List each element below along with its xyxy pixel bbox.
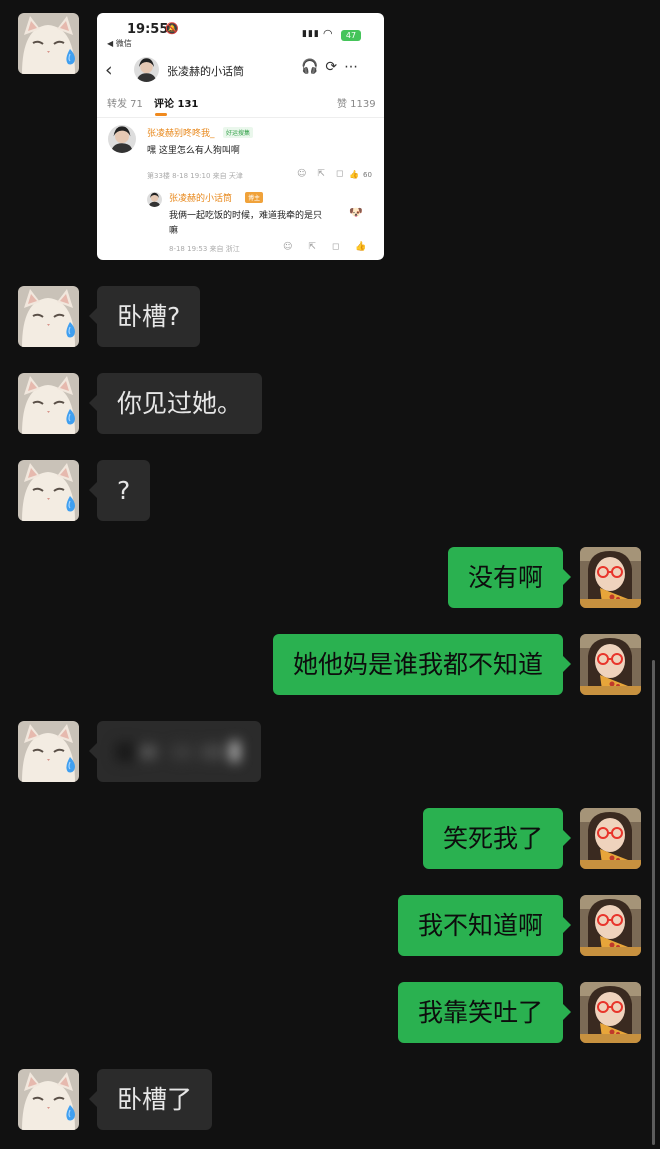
blogger-avatar xyxy=(134,57,159,82)
comment-like-count: 60 xyxy=(363,171,372,179)
signal-icon: ▮▮▮ xyxy=(302,29,320,39)
blurred-censor-icon xyxy=(115,741,239,762)
message-bubble-outgoing[interactable]: 我不知道啊 xyxy=(397,895,572,956)
reply-meta: 8-18 19:53 来自 浙江 xyxy=(169,245,240,253)
scrollbar[interactable] xyxy=(652,660,655,1145)
bell-icon: 🔕 xyxy=(165,22,179,35)
cat-crying-icon[interactable] xyxy=(18,460,79,521)
message-bubble-incoming[interactable]: 你见过她。 xyxy=(88,373,263,434)
girl-red-glasses-icon[interactable] xyxy=(580,982,641,1043)
status-time: 19:55 xyxy=(127,22,169,37)
tab-likes: 赞 1139 xyxy=(337,99,376,110)
message-bubble-outgoing[interactable]: 没有啊 xyxy=(447,547,572,608)
commenter-avatar xyxy=(108,125,136,153)
girl-red-glasses-icon[interactable] xyxy=(580,547,641,608)
weibo-screenshot-image[interactable]: 19:55 🔕 ◀ 微信 ▮▮▮ ◠ 47 ‹ 张凌赫的小话筒 🎧⟳⋯ 转发 7… xyxy=(97,13,384,260)
battery-badge: 47 xyxy=(341,30,361,41)
cat-crying-icon[interactable] xyxy=(18,721,79,782)
tab-comments: 评论 131 xyxy=(154,99,199,110)
reply-author: 张凌赫的小话筒 xyxy=(169,194,233,204)
comment-meta: 第33楼 8-18 19:10 来自 天津 xyxy=(147,172,243,180)
thumb-icon: 👍 xyxy=(349,170,359,179)
tab-bar: 转发 71 评论 131 赞 1139 xyxy=(97,95,384,118)
status-app-back: ◀ 微信 xyxy=(107,39,132,48)
reply-tag: 博主 xyxy=(245,192,264,203)
comment-author: 张凌赫别咚咚我_ xyxy=(147,129,215,139)
reply-action-icons: ☺⇱◻👍 xyxy=(283,242,383,252)
reply-avatar xyxy=(147,192,162,207)
cat-crying-icon[interactable] xyxy=(18,373,79,434)
cat-crying-icon[interactable] xyxy=(18,286,79,347)
girl-red-glasses-icon[interactable] xyxy=(580,895,641,956)
comment-tag: 好运搜集 xyxy=(223,127,254,138)
girl-red-glasses-icon[interactable] xyxy=(580,808,641,869)
message-bubble-incoming[interactable]: 卧槽了 xyxy=(88,1069,213,1130)
comment-action-icons: ☺⇱◻ xyxy=(297,169,355,179)
message-bubble-outgoing[interactable]: 笑死我了 xyxy=(422,808,572,869)
reply-text-line2: 嘛 xyxy=(169,226,179,236)
dog-emoji-icon: 🐶 xyxy=(349,206,363,219)
cat-crying-icon[interactable] xyxy=(18,13,79,74)
message-bubble-outgoing[interactable]: 我靠笑吐了 xyxy=(397,982,572,1043)
girl-red-glasses-icon[interactable] xyxy=(580,634,641,695)
tab-repost: 转发 71 xyxy=(107,99,143,110)
nav-title: 张凌赫的小话筒 xyxy=(167,65,244,78)
wifi-icon: ◠ xyxy=(323,27,333,40)
comment-text: 嘿 这里怎么有人狗叫啊 xyxy=(147,146,240,156)
message-bubble-blurred[interactable] xyxy=(89,721,261,782)
message-bubble-outgoing[interactable]: 她他妈是谁我都不知道 xyxy=(272,634,572,695)
cat-crying-icon[interactable] xyxy=(18,1069,79,1130)
nav-actions-icons: 🎧⟳⋯ xyxy=(301,59,366,75)
message-bubble-incoming[interactable]: ? xyxy=(88,460,151,521)
reply-text-line1: 我俩一起吃饭的时候，难道我牵的是只 xyxy=(169,211,323,221)
tab-underline xyxy=(155,113,167,116)
back-icon: ‹ xyxy=(105,59,113,81)
message-bubble-incoming[interactable]: 卧槽? xyxy=(88,286,201,347)
